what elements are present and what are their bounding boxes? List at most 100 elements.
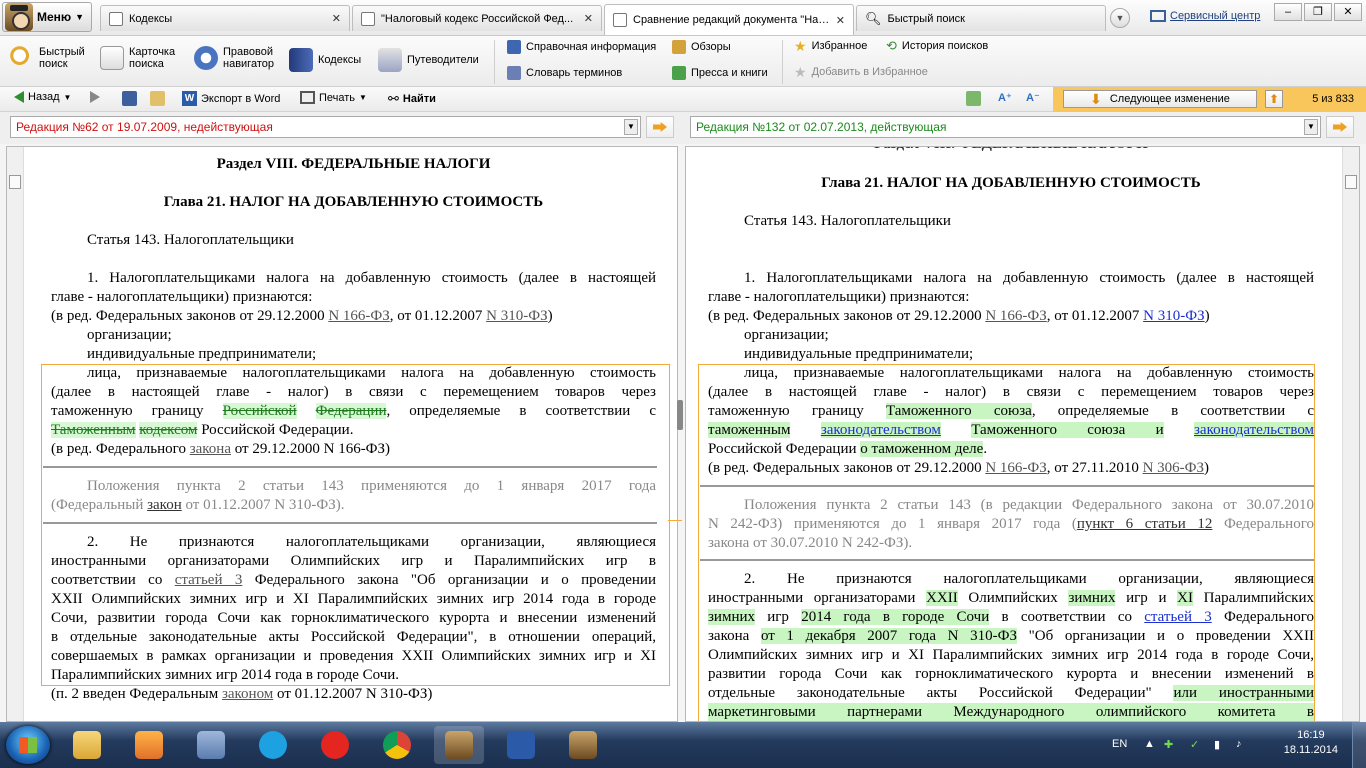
codes-button[interactable]: Кодексы	[289, 48, 361, 72]
taskbar-consultant-2[interactable]	[558, 726, 608, 764]
sync-button[interactable]	[966, 91, 981, 106]
pane-splitter[interactable]	[677, 400, 683, 430]
law-link[interactable]: N 166-ФЗ	[328, 308, 389, 324]
close-icon[interactable]: ✕	[332, 12, 341, 25]
taskbar-explorer[interactable]	[62, 726, 112, 764]
law-link[interactable]: N 310-ФЗ	[486, 308, 547, 324]
reviews-icon	[672, 40, 686, 54]
consultant-logo-icon	[5, 3, 33, 31]
back-arrow-icon	[14, 91, 24, 103]
label: История поисков	[901, 40, 989, 52]
clock-date: 18.11.2014	[1283, 744, 1338, 756]
text: , от 01.12.2007	[389, 308, 487, 324]
chevron-down-icon[interactable]: ▼	[1304, 119, 1318, 135]
text: (в ред. Федеральных законов от 29.12.200…	[51, 308, 329, 324]
press-books-button[interactable]: Пресса и книги	[672, 66, 768, 80]
maximize-button[interactable]: ❐	[1304, 3, 1332, 21]
right-go-arrow-button[interactable]	[1326, 116, 1354, 138]
next-change-button[interactable]: ⬇ Следующее изменение	[1063, 90, 1257, 108]
right-edition-select[interactable]: Редакция №132 от 02.07.2013, действующая…	[690, 116, 1321, 138]
tray-add-icon[interactable]: ✚	[1164, 738, 1173, 751]
folder-button[interactable]	[150, 91, 165, 106]
zoom-out-button[interactable]: A⁻	[1026, 91, 1040, 104]
word-icon	[507, 731, 535, 759]
taskbar-yandex-browser[interactable]	[310, 726, 360, 764]
law-link[interactable]: законом	[222, 686, 273, 702]
start-button[interactable]	[6, 726, 50, 764]
tab-compare-editions[interactable]: Сравнение редакций документа "Нал... ✕	[604, 4, 854, 35]
zoom-in-button[interactable]: A⁺	[998, 91, 1012, 104]
tray-status-icon[interactable]: ✓	[1190, 738, 1199, 751]
consultant-logo-icon	[569, 731, 597, 759]
law-link[interactable]: N 310-ФЗ	[1143, 308, 1204, 324]
print-button[interactable]: Печать ▼	[300, 91, 367, 104]
reviews-button[interactable]: Обзоры	[672, 40, 731, 54]
change-highlight-frame	[698, 364, 1315, 721]
section-title: Раздел VIII. ФЕДЕРАЛЬНЫЕ НАЛОГИ	[216, 156, 491, 172]
close-icon[interactable]: ✕	[584, 12, 593, 25]
intro-note: (п. 2 введен Федеральным законом от 01.1…	[51, 685, 432, 704]
taskbar-chrome[interactable]	[372, 726, 422, 764]
add-favorites-button[interactable]: ★ Добавить в Избранное	[794, 65, 928, 79]
network-icon[interactable]: ▮	[1214, 738, 1220, 751]
taskbar-skype[interactable]	[248, 726, 298, 764]
taskbar-word[interactable]	[496, 726, 546, 764]
legal-navigator-button[interactable]: Правовой навигатор	[194, 46, 274, 70]
chevron-down-icon: ▼	[359, 93, 367, 102]
search-card-icon	[100, 46, 124, 70]
search-card-button[interactable]: Карточка поиска	[100, 46, 175, 70]
left-go-arrow-button[interactable]	[646, 116, 674, 138]
right-scrollbar[interactable]	[1342, 147, 1359, 721]
text: , от 01.12.2007	[1046, 308, 1144, 324]
minimize-button[interactable]: –	[1274, 3, 1302, 21]
reference-info-button[interactable]: Справочная информация	[507, 40, 656, 54]
label: Избранное	[811, 40, 868, 52]
service-center-link[interactable]: Сервисный центр	[1150, 10, 1260, 22]
volume-icon[interactable]: ♪	[1236, 738, 1242, 750]
chevron-down-icon[interactable]: ▼	[624, 119, 638, 135]
change-connector	[668, 520, 682, 550]
sync-icon	[966, 91, 981, 106]
taskbar-media-player[interactable]	[124, 726, 174, 764]
scroll-thumb[interactable]	[9, 175, 21, 189]
scroll-thumb[interactable]	[1345, 175, 1357, 189]
forward-button[interactable]	[90, 91, 100, 103]
tab-codes[interactable]: Кодексы ✕	[100, 5, 350, 31]
language-indicator[interactable]: EN	[1112, 738, 1127, 750]
ribbon: Быстрый поиск Карточка поиска Правовой нави…	[0, 36, 1366, 87]
previous-change-button[interactable]: ⬆	[1265, 90, 1283, 108]
save-button[interactable]	[122, 91, 137, 106]
quick-search-button[interactable]: Быстрый поиск	[10, 46, 85, 70]
tab-tax-code[interactable]: "Налоговый кодекс Российской Фед... ✕	[352, 5, 602, 31]
glossary-button[interactable]: Словарь терминов	[507, 66, 622, 80]
article-title: Статья 143. Налогоплательщики	[744, 213, 951, 229]
left-scrollbar[interactable]	[7, 147, 24, 721]
law-link[interactable]: N 166-ФЗ	[985, 308, 1046, 324]
consultant-logo-icon	[445, 731, 473, 759]
right-document-pane[interactable]: Раздел VIII. ФЕДЕРАЛЬНЫЕ НАЛОГИ Глава 21…	[685, 146, 1360, 722]
tabs-dropdown-button[interactable]: ▼	[1110, 8, 1130, 28]
tab-quick-search[interactable]: 🔍︎ Быстрый поиск	[856, 5, 1106, 31]
para-1-line-2: главе - налогоплательщики) признаются:	[51, 289, 313, 305]
label: Правовой	[223, 46, 273, 58]
search-history-button[interactable]: ⟲ История поисков	[886, 39, 989, 52]
main-menu-button[interactable]: Меню ▼	[2, 2, 92, 32]
left-document-pane[interactable]: Раздел VIII. ФЕДЕРАЛЬНЫЕ НАЛОГИ Глава 21…	[6, 146, 678, 722]
section-title: Раздел VIII. ФЕДЕРАЛЬНЫЕ НАЛОГИ	[708, 147, 1314, 154]
back-button[interactable]: Назад ▼	[14, 91, 71, 103]
label: Справочная информация	[526, 41, 657, 53]
label: поиск	[39, 58, 68, 70]
export-word-button[interactable]: W Экспорт в Word	[182, 91, 280, 106]
find-button[interactable]: ⚯ Найти	[388, 91, 436, 107]
document-icon	[109, 11, 123, 26]
favorites-button[interactable]: ★ Избранное	[794, 39, 868, 53]
taskbar-sound[interactable]	[186, 726, 236, 764]
close-button[interactable]: ✕	[1334, 3, 1362, 21]
tray-expand-icon[interactable]: ▲	[1144, 738, 1155, 750]
taskbar-consultant[interactable]	[434, 726, 484, 764]
guides-button[interactable]: Путеводители	[378, 48, 479, 72]
show-desktop-button[interactable]	[1352, 722, 1366, 768]
close-icon[interactable]: ✕	[836, 14, 845, 27]
left-edition-select[interactable]: Редакция №62 от 19.07.2009, недействующа…	[10, 116, 641, 138]
system-clock[interactable]: 16:19 18.11.2014	[1284, 728, 1338, 758]
